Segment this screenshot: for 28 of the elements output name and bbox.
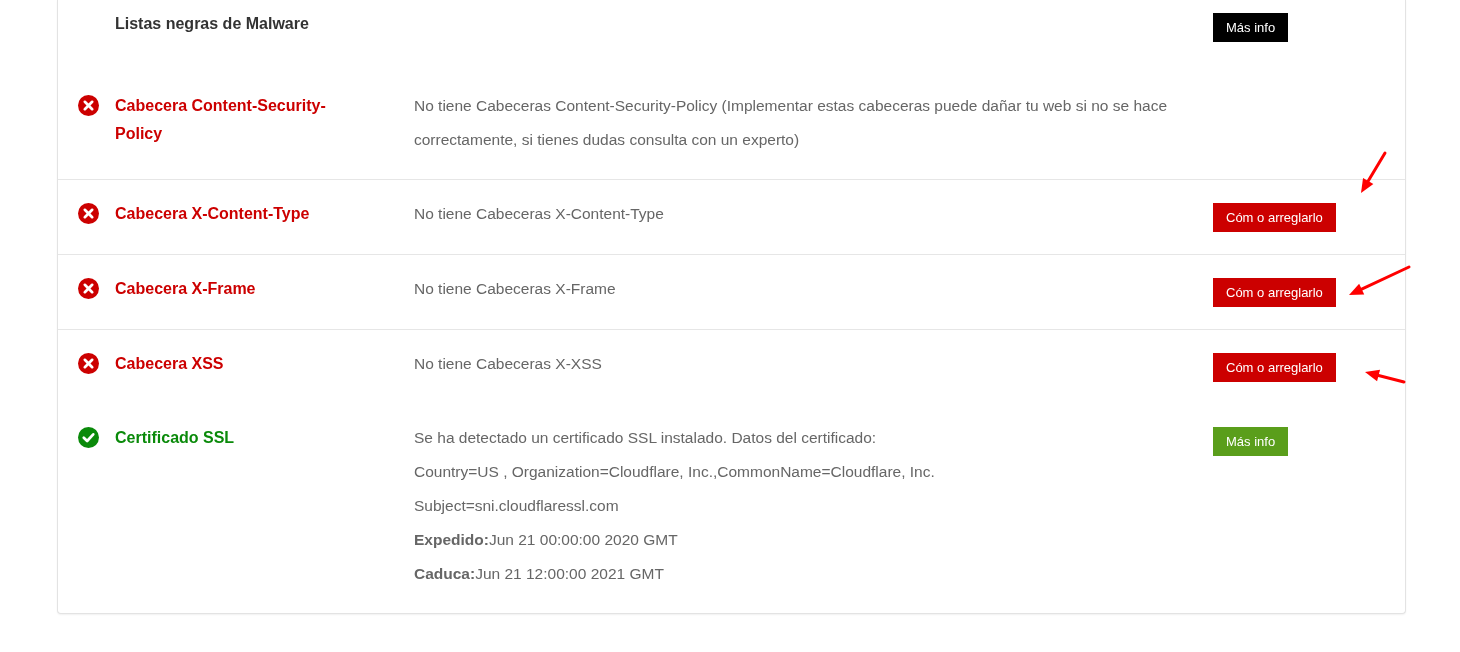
fix-button[interactable]: Cóm o arreglarlo (1213, 203, 1336, 232)
check-description: Se ha detectado un certificado SSL instalado. Datos del certificado: (414, 428, 878, 448)
check-description: No tiene Cabeceras X-XSS (414, 354, 603, 374)
check-description: Subject=sni.cloudflaressl.com (414, 496, 620, 516)
error-icon (78, 278, 99, 299)
check-title: Cabecera X-Content-Type (115, 204, 311, 224)
check-icon (78, 427, 99, 448)
check-title: Listas negras de Malware (115, 14, 310, 34)
check-title: Cabecera X-Frame (115, 279, 257, 299)
check-title: Certificado SSL (115, 428, 236, 448)
fix-button[interactable]: Cóm o arreglarlo (1213, 278, 1336, 307)
error-icon (78, 203, 99, 224)
more-info-button[interactable]: Más info (1213, 13, 1289, 42)
check-description: No tiene Cabeceras X-Frame (414, 279, 617, 299)
check-title: Cabecera XSS (115, 354, 225, 374)
arrow-annotation (1361, 151, 1387, 193)
error-icon (78, 95, 99, 116)
check-description: No tiene Cabeceras Content-Security-Policy (Implementar estas cabeceras puede dañar tu web si no se hace correctamente, si tienes dudas consulta con un experto) (414, 96, 1168, 150)
check-description: Country=US , Organization=Cloudflare, Inc.,CommonName=Cloudflare, Inc. (414, 462, 936, 482)
check-description: Caduca:Jun 21 12:00:00 2021 GMT (414, 564, 665, 584)
check-description: Expedido:Jun 21 00:00:00 2020 GMT (414, 530, 679, 550)
error-icon (78, 353, 99, 374)
check-title: Cabecera Content-Security-Policy (115, 96, 327, 144)
more-info-button[interactable]: Más info (1213, 427, 1289, 456)
arrow-annotation (1349, 265, 1411, 295)
fix-button[interactable]: Cóm o arreglarlo (1213, 353, 1336, 382)
check-description: No tiene Cabeceras X-Content-Type (414, 204, 665, 224)
arrow-annotation (1365, 369, 1406, 384)
